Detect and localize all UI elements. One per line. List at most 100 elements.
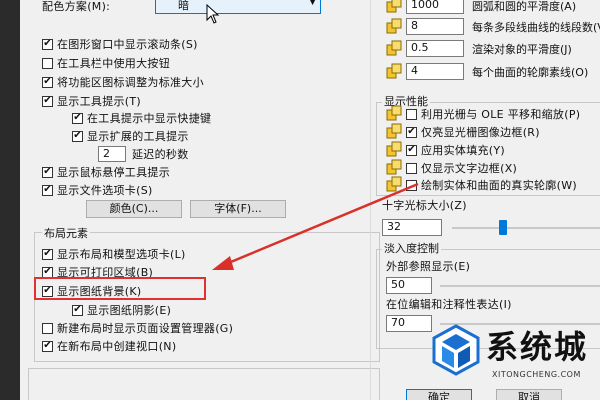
performance-setting-icon (386, 141, 402, 157)
checkbox-unchecked[interactable] (406, 179, 417, 191)
resolution-label: 每个曲面的轮廓素线(O) (472, 66, 589, 79)
resolution-value-input[interactable]: 0.5 (406, 40, 464, 57)
layout-element-item-label: 新建布局时显示页面设置管理器(G) (57, 322, 234, 335)
crosshair-slider-thumb[interactable] (499, 220, 508, 235)
watermark-logo-icon (432, 324, 480, 376)
watermark-brand: 系统城 (486, 328, 589, 366)
checkbox-checked[interactable]: ✔ (72, 304, 83, 316)
resolution-label: 每条多段线曲线的线段数(V) (472, 21, 600, 34)
checkbox-checked[interactable]: ✔ (406, 144, 417, 156)
window-option-item[interactable]: ✔ 将功能区图标调整为标准大小 (42, 74, 204, 90)
layout-element-item[interactable]: 新建布局时显示页面设置管理器(G) (42, 320, 233, 336)
color-scheme-value: 暗 (178, 0, 189, 12)
tooltip-delay-input[interactable]: 2 (98, 146, 126, 162)
fonts-button[interactable]: 字体(F)... (190, 200, 286, 218)
checkbox-unchecked[interactable] (406, 162, 417, 174)
checkbox-unchecked[interactable] (42, 322, 53, 334)
mouse-cursor-icon (206, 4, 220, 24)
window-option-item[interactable]: ✔ 显示文件选项卡(S) (42, 182, 153, 198)
highlight-box (34, 277, 206, 300)
inplace-row: 在位编辑和注释性表达(I) (386, 296, 512, 312)
window-option-item[interactable]: ✔ 显示鼠标悬停工具提示 (42, 164, 170, 180)
window-option-item[interactable]: ✔ 显示扩展的工具提示 (72, 128, 189, 144)
crosshair-title-row: 十字光标大小(Z) (382, 197, 467, 213)
window-option-item[interactable]: 在工具栏中使用大按钮 (42, 55, 170, 71)
checkbox-unchecked[interactable] (406, 108, 417, 120)
window-option-item-label: 显示工具提示(T) (57, 95, 142, 108)
resolution-label: 圆弧和圆的平滑度(A) (472, 0, 577, 13)
lower-group (28, 368, 380, 400)
crosshair-title: 十字光标大小(Z) (382, 199, 467, 212)
checkbox-checked[interactable]: ✔ (42, 38, 53, 50)
window-option-item-label: 显示扩展的工具提示 (87, 130, 189, 143)
performance-option-item[interactable]: 利用光栅与 OLE 平移和缩放(P) (406, 106, 580, 122)
resolution-setting-icon (386, 0, 402, 13)
performance-option-item-label: 绘制实体和曲面的真实轮廓(W) (421, 179, 577, 192)
window-option-item-label: 在图形窗口中显示滚动条(S) (57, 38, 198, 51)
checkbox-checked[interactable]: ✔ (42, 166, 53, 178)
column-divider (370, 0, 371, 400)
window-option-item[interactable]: ✔ 显示工具提示(T) (42, 93, 141, 109)
delay-label: 延迟的秒数 (132, 148, 189, 161)
layout-element-item[interactable]: ✔ 显示图纸阴影(E) (72, 302, 171, 318)
watermark: 系统城 XITONGCHENG.COM (432, 318, 600, 396)
chevron-down-icon: ▼ (309, 0, 316, 7)
fade-control-title: 淡入度控制 (382, 240, 441, 256)
performance-setting-icon (386, 176, 402, 192)
color-scheme-row: 配色方案(M): (42, 0, 110, 14)
performance-option-item[interactable]: ✔ 仅亮显光栅图像边框(R) (406, 124, 540, 140)
window-option-item[interactable]: ✔ 在图形窗口中显示滚动条(S) (42, 36, 198, 52)
xref-row: 外部参照显示(E) (386, 258, 470, 274)
resolution-value-input[interactable]: 1000 (406, 0, 464, 14)
performance-setting-icon (386, 105, 402, 121)
checkbox-unchecked[interactable] (42, 57, 53, 69)
color-scheme-select[interactable]: 暗 ▼ (155, 0, 321, 14)
resolution-setting-icon (386, 63, 402, 79)
layout-elements-title: 布局元素 (42, 225, 90, 241)
resolution-setting-icon (386, 40, 402, 56)
layout-element-item[interactable]: ✔ 显示布局和模型选项卡(L) (42, 246, 186, 262)
checkbox-checked[interactable]: ✔ (42, 76, 53, 88)
delay-row: 2 延迟的秒数 (98, 146, 189, 162)
checkbox-checked[interactable]: ✔ (42, 184, 53, 196)
performance-option-item[interactable]: 仅显示文字边框(X) (406, 160, 517, 176)
checkbox-checked[interactable]: ✔ (42, 266, 53, 278)
layout-element-item[interactable]: ✔ 在新布局中创建视口(N) (42, 338, 176, 354)
colors-button[interactable]: 颜色(C)... (86, 200, 182, 218)
window-option-item-label: 在工具栏中使用大按钮 (57, 57, 170, 70)
xref-label: 外部参照显示(E) (386, 260, 471, 273)
performance-option-item[interactable]: ✔ 应用实体填充(Y) (406, 142, 505, 158)
resolution-value-input[interactable]: 8 (406, 18, 464, 35)
checkbox-checked[interactable]: ✔ (72, 130, 83, 142)
inplace-fade-input[interactable]: 70 (386, 315, 432, 332)
color-scheme-label: 配色方案(M): (42, 0, 111, 13)
crosshair-size-input[interactable]: 32 (382, 219, 442, 236)
performance-option-item-label: 利用光栅与 OLE 平移和缩放(P) (421, 108, 581, 121)
resolution-label: 渲染对象的平滑度(J) (472, 43, 572, 56)
checkbox-checked[interactable]: ✔ (42, 95, 53, 107)
performance-option-item-label: 仅亮显光栅图像边框(R) (421, 126, 540, 139)
checkbox-checked[interactable]: ✔ (72, 112, 83, 124)
window-option-item-label: 将功能区图标调整为标准大小 (57, 76, 204, 89)
window-option-item[interactable]: ✔ 在工具提示中显示快捷键 (72, 110, 211, 126)
window-option-item-label: 在工具提示中显示快捷键 (87, 112, 212, 125)
window-option-item-label: 显示鼠标悬停工具提示 (57, 166, 170, 179)
performance-option-item-label: 仅显示文字边框(X) (421, 162, 518, 175)
crosshair-slider-track (452, 227, 600, 229)
options-dialog: 配色方案(M): 暗 ▼ ✔ 在图形窗口中显示滚动条(S) 在工具栏中使用大按钮 ✔ 将… (20, 0, 600, 400)
performance-setting-icon (386, 123, 402, 139)
checkbox-checked[interactable]: ✔ (42, 340, 53, 352)
performance-option-item-label: 应用实体填充(Y) (421, 144, 506, 157)
performance-option-item[interactable]: 绘制实体和曲面的真实轮廓(W) (406, 177, 577, 193)
xref-slider-track (440, 285, 600, 287)
checkbox-checked[interactable]: ✔ (42, 248, 53, 260)
layout-element-item-label: 显示布局和模型选项卡(L) (57, 248, 186, 261)
inplace-label: 在位编辑和注释性表达(I) (386, 298, 512, 311)
xref-fade-input[interactable]: 50 (386, 277, 432, 294)
performance-setting-icon (386, 159, 402, 175)
watermark-site: XITONGCHENG.COM (492, 370, 581, 379)
checkbox-checked[interactable]: ✔ (406, 126, 417, 138)
layout-element-item-label: 在新布局中创建视口(N) (57, 340, 177, 353)
resolution-value-input[interactable]: 4 (406, 63, 464, 80)
window-option-item-label: 显示文件选项卡(S) (57, 184, 153, 197)
